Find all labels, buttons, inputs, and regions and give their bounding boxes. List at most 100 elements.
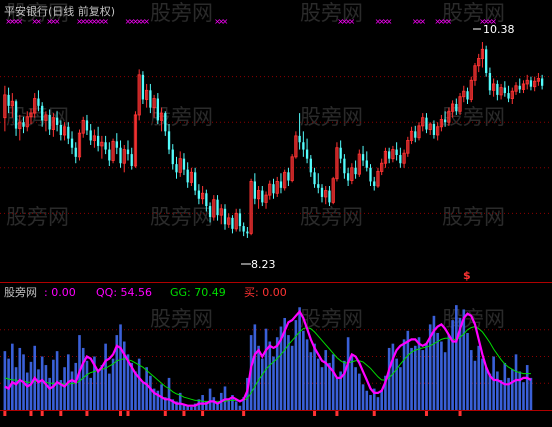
histogram-bar — [190, 406, 193, 410]
histogram-bar — [376, 397, 380, 410]
watermark: 股旁网 — [150, 105, 213, 129]
histogram-bar — [484, 367, 488, 410]
histogram-bar — [462, 309, 466, 410]
histogram-bar — [369, 395, 372, 410]
histogram-bar — [234, 401, 238, 410]
candle-body — [425, 117, 428, 130]
stock-chart: 股旁网 股旁网 股旁网 股旁网 股旁网 股旁网 股旁网 股旁网 股旁网 股旁网 … — [0, 1, 552, 416]
chart-title: 平安银行(日线 前复权) — [4, 4, 115, 18]
histogram-bar — [518, 371, 522, 410]
histogram-bar — [44, 365, 48, 410]
histogram-bar — [3, 351, 7, 410]
qq-legend: QQ: 54.56 — [96, 286, 152, 299]
candle-body — [369, 167, 372, 182]
histogram-bar — [365, 390, 369, 410]
histogram-bar — [85, 360, 89, 410]
histogram-bar — [425, 343, 428, 410]
watermark: 股旁网 — [300, 205, 363, 229]
histogram-bar — [316, 358, 320, 410]
candle-body — [104, 142, 107, 150]
candle-body — [328, 190, 331, 203]
marker-x-icon: × — [35, 17, 42, 26]
histogram-bar — [391, 343, 395, 410]
histogram-bar — [108, 373, 111, 410]
candle-body — [518, 85, 521, 90]
marker-x-icon: × — [16, 17, 23, 26]
candle-body — [182, 158, 186, 170]
candle-body — [197, 190, 201, 199]
candle-body — [346, 173, 350, 181]
indicator-legend: 股旁网 : 0.00 QQ: 54.56 GG: 70.49 买: 0.00 — [4, 285, 287, 299]
histogram-bar — [11, 343, 14, 410]
candle-body — [115, 141, 118, 148]
histogram-bar — [111, 358, 115, 410]
histogram-bar — [294, 320, 298, 410]
candle-body — [354, 167, 357, 175]
candle-body — [443, 119, 447, 123]
histogram-bar — [149, 375, 152, 410]
marker-x-icon: × — [419, 17, 426, 26]
histogram-bar — [14, 367, 18, 410]
histogram-bar — [503, 362, 507, 410]
candle-body — [59, 124, 62, 135]
candle-body — [365, 160, 368, 168]
histogram-bar — [298, 307, 301, 410]
histogram-bar — [212, 397, 216, 410]
candle-body — [186, 169, 189, 183]
candle-body — [309, 158, 312, 173]
histogram-bar — [63, 367, 66, 410]
histogram-bar — [447, 335, 451, 410]
histogram-bar — [55, 351, 59, 410]
histogram-bar — [510, 369, 514, 410]
histogram-bar — [466, 332, 469, 410]
indicator-name-value: : 0.00 — [44, 286, 76, 299]
candle-body — [55, 117, 59, 125]
histogram-bar — [529, 377, 533, 410]
histogram-bar — [473, 360, 477, 410]
candle-body — [246, 231, 249, 234]
candle-body — [67, 126, 70, 139]
watermark: 股旁网 — [150, 1, 213, 25]
candle-body — [455, 104, 458, 112]
candle-body — [37, 98, 40, 106]
candle-body — [85, 120, 89, 131]
histogram-bar — [417, 337, 421, 410]
candle-body — [305, 149, 309, 159]
histogram-bar — [104, 343, 107, 410]
histogram-bar — [477, 345, 481, 410]
candle-body — [171, 149, 174, 165]
histogram-bar — [309, 352, 313, 410]
candle-body — [126, 149, 130, 155]
marker-x-icon: × — [222, 17, 229, 26]
candle-body — [141, 74, 145, 100]
candle-body — [193, 172, 197, 191]
high-price-label: 10.38 — [483, 23, 515, 36]
candle-body — [242, 226, 245, 232]
histogram-bar — [402, 339, 406, 410]
histogram-bar — [261, 358, 264, 410]
histogram-bar — [451, 320, 454, 410]
candle-body — [395, 149, 398, 156]
candle-body — [287, 172, 290, 181]
histogram-bar — [436, 332, 439, 410]
candle-body — [373, 181, 376, 186]
histogram-bar — [350, 354, 354, 410]
candle-body — [216, 199, 219, 216]
candle-body — [399, 155, 402, 164]
marker-x-icon: × — [446, 17, 453, 26]
candle-body — [320, 187, 324, 197]
histogram-bar — [268, 341, 272, 410]
indicator-name: 股旁网 — [4, 285, 37, 299]
histogram-bar — [354, 367, 357, 410]
watermark: 股旁网 — [300, 105, 363, 129]
candle-body — [313, 172, 316, 185]
histogram-bar — [488, 373, 492, 410]
histogram-bar — [119, 324, 122, 410]
candle-body — [507, 93, 510, 99]
candle-body — [48, 114, 51, 130]
histogram-bar — [313, 343, 316, 410]
histogram-bar — [335, 377, 339, 410]
candle-body — [253, 181, 257, 199]
marker-x-icon: × — [386, 17, 393, 26]
signal-dollar-icon: $ — [463, 269, 471, 282]
